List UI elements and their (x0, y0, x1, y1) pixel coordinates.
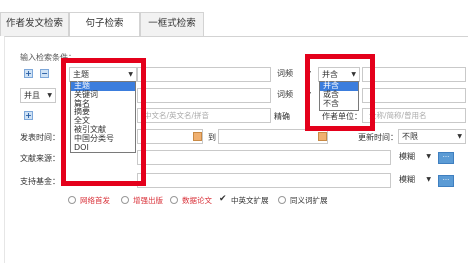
data-paper-checkbox[interactable] (170, 196, 178, 204)
keyword-input-1b[interactable] (362, 67, 466, 82)
source-label: 文献来源： (20, 154, 60, 163)
author-input[interactable]: 中文名/英文名/拼音 (137, 108, 271, 123)
keyword-input-2[interactable] (137, 88, 271, 103)
logic-select-2[interactable]: 并且 ▼ (20, 88, 56, 103)
date-to-input[interactable] (218, 129, 328, 144)
add-author-icon[interactable]: + (24, 111, 33, 120)
match-label: 精确 (274, 112, 290, 121)
remove-row-icon[interactable]: − (40, 69, 49, 78)
date-label: 发表时间： (20, 133, 60, 142)
tab-sentence-search[interactable]: 句子检索 (69, 12, 140, 37)
annotation-highlight-field (61, 58, 146, 186)
checkmark-icon[interactable]: ✔ (219, 194, 227, 204)
tab-single-box-search[interactable]: 一框式检索 (140, 12, 204, 36)
calendar-icon[interactable] (318, 132, 327, 141)
calendar-icon[interactable] (193, 132, 202, 141)
update-time-label: 更新时间： (358, 133, 398, 142)
unit-input[interactable]: 全称/简称/曾用名 (362, 108, 466, 123)
date-to-label: 到 (208, 133, 216, 142)
add-row-icon[interactable]: + (24, 69, 33, 78)
annotation-highlight-logic (305, 54, 375, 131)
synonym-expand-label: 同义词扩展 (290, 196, 328, 205)
data-paper-label: 数据论文 (182, 196, 212, 205)
source-match-select[interactable]: 模糊 ▼ (396, 150, 434, 165)
online-first-label: 网络首发 (80, 196, 110, 205)
enhanced-publish-label: 增强出版 (133, 196, 163, 205)
cn-en-expand-label: 中英文扩展 (231, 196, 269, 205)
chevron-down-icon: ▼ (426, 153, 431, 160)
update-time-select[interactable]: 不限 ▼ (398, 129, 466, 144)
tab-author-search[interactable]: 作者发文检索 (0, 12, 69, 36)
fund-label: 支持基金： (20, 177, 60, 186)
keyword-input-2b[interactable] (362, 88, 466, 103)
keyword-input-1[interactable] (137, 67, 271, 82)
chevron-down-icon: ▼ (457, 133, 462, 140)
fund-match-select[interactable]: 模糊 ▼ (396, 173, 434, 188)
synonym-expand-checkbox[interactable] (278, 196, 286, 204)
enhanced-publish-checkbox[interactable] (121, 196, 129, 204)
online-first-checkbox[interactable] (68, 196, 76, 204)
source-more-button[interactable]: ··· (438, 152, 454, 164)
source-input[interactable] (137, 150, 391, 165)
fund-more-button[interactable]: ··· (438, 175, 454, 187)
chevron-down-icon: ▼ (426, 176, 431, 183)
fund-input[interactable] (137, 173, 391, 188)
chevron-down-icon: ▼ (47, 92, 52, 99)
